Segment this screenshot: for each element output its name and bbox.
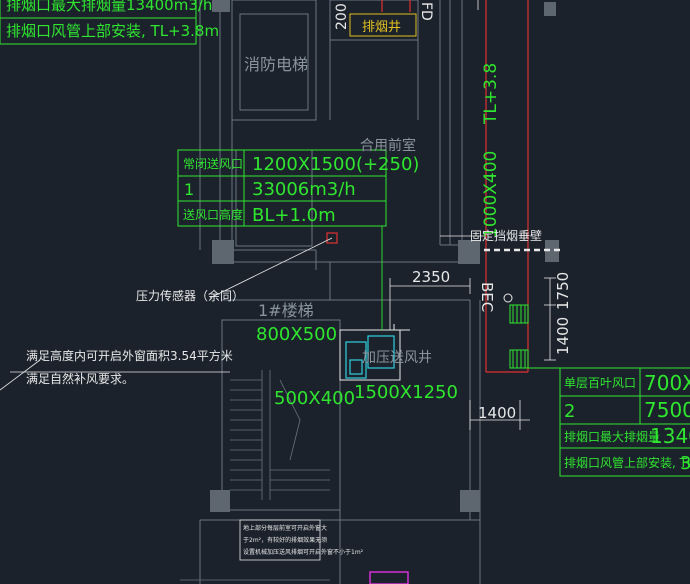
- column: [544, 2, 556, 16]
- magenta-marker: [369, 571, 409, 584]
- supply-table-r3-label: 送风口高度: [183, 207, 243, 222]
- dim-1400-vertical: 1400: [554, 317, 572, 355]
- supply-table-r2-label: 1: [184, 180, 194, 199]
- column: [458, 240, 480, 264]
- label-window-note-2: 满足自然补风要求。: [26, 371, 134, 386]
- louver-table-r4-label: 排烟口风管上部安装, TL+: [564, 455, 690, 470]
- stair-outline: [221, 319, 341, 511]
- supply-table-r1-value: 1200X1500(+250): [252, 154, 419, 175]
- louver-table-r3-value: 13400: [650, 424, 690, 448]
- louver-table: 单层百叶风口 700X 2 7500 排烟口最大排烟量 13400 排烟口风管上…: [559, 367, 690, 477]
- bottom-note-line-1: 地上部分每层前室可开启外窗大: [243, 524, 327, 532]
- red-riser-lines: [381, 0, 529, 373]
- top-left-table-row-2: 排烟口风管上部安装, TL+3.8m: [6, 22, 219, 40]
- label-supply-shaft: 加压送风井: [362, 350, 432, 366]
- top-left-table: 排烟口最大排烟量13400m3/h 排烟口风管上部安装, TL+3.8m: [0, 0, 219, 45]
- floor-plan-svg: 排烟口最大排烟量13400m3/h 排烟口风管上部安装, TL+3.8m 常闭送…: [0, 0, 690, 584]
- bottom-note-line-3: 设置机械加压送风排烟可开启外窗不小于1m²: [243, 548, 364, 556]
- damper-symbol: [503, 293, 513, 303]
- dim-1400-horizontal: 1400: [478, 404, 516, 422]
- label-pressure-sensor: 压力传感器（余同）: [136, 288, 244, 303]
- label-smoke-shaft-top: 排烟井: [362, 20, 401, 35]
- label-1000x400: 1000X400: [481, 151, 501, 238]
- louver-table-r4-value: 3: [680, 453, 690, 474]
- label-stair: 1#楼梯: [258, 301, 314, 320]
- label-bec: BEC: [478, 282, 496, 312]
- label-fire-elevator: 消防电梯: [244, 55, 308, 74]
- louver-vents: [509, 304, 529, 369]
- label-1500x1250: 1500X1250: [354, 382, 458, 403]
- label-window-note-1: 满足高度内可开启外窗面积3.54平方米: [26, 348, 233, 363]
- bottom-note-line-2: 于2m²，有较好的排烟效果无须: [243, 536, 327, 544]
- column: [212, 240, 234, 264]
- label-800x500: 800X500: [256, 324, 337, 345]
- column: [210, 490, 230, 512]
- louver-table-r1-label: 单层百叶风口: [564, 376, 636, 390]
- dim-1750: 1750: [554, 272, 572, 310]
- column: [460, 490, 480, 512]
- louver-table-r2-label: 2: [564, 401, 575, 422]
- supply-table-r2-value: 33006m3/h: [252, 179, 356, 200]
- louver-table-r2-value: 7500: [644, 398, 690, 422]
- leader-lines: [0, 235, 484, 391]
- supply-outlet-table: 常闭送风口 1200X1500(+250) 1 33006m3/h 送风口高度 …: [177, 149, 419, 227]
- label-tl38: TL+3.8: [481, 63, 501, 125]
- cad-drawing-canvas[interactable]: 排烟口最大排烟量13400m3/h 排烟口风管上部安装, TL+3.8m 常闭送…: [0, 0, 690, 584]
- top-left-table-row-1: 排烟口最大排烟量13400m3/h: [6, 0, 212, 14]
- label-500x400: 500X400: [274, 388, 355, 409]
- label-200: 200: [334, 3, 350, 30]
- label-fd: FD: [418, 2, 434, 21]
- dim-2350: 2350: [412, 268, 450, 286]
- supply-table-r1-label: 常闭送风口: [183, 156, 243, 171]
- louver-table-r3-label: 排烟口最大排烟量: [564, 430, 660, 444]
- bottom-note-box: 地上部分每层前室可开启外窗大 于2m²，有较好的排烟效果无须 设置机械加压送风排…: [239, 519, 364, 561]
- column: [212, 0, 230, 12]
- louver-table-r1-value: 700X: [644, 371, 690, 395]
- label-public-anteroom: 合用前室: [360, 137, 416, 154]
- label-fixed-smoke-wall: 固定挡烟垂壁: [470, 228, 542, 243]
- supply-table-r3-value: BL+1.0m: [252, 205, 336, 226]
